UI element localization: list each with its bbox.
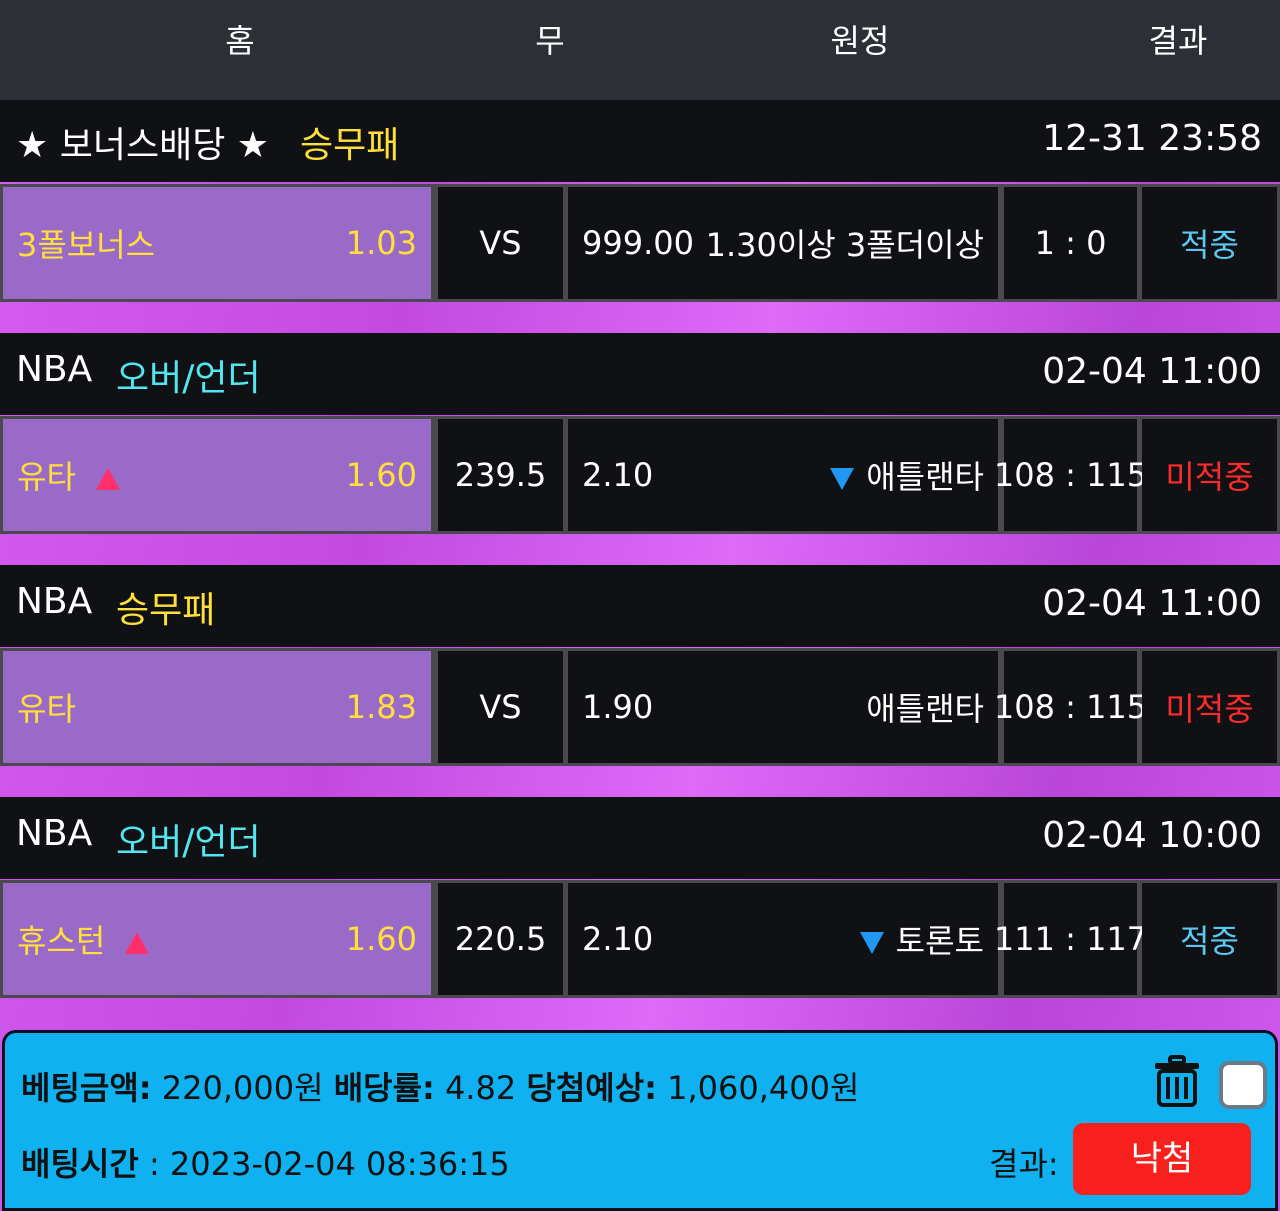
bet-time: : 2023-02-04 08:36:15	[148, 1145, 510, 1183]
home-odds: 1.83	[345, 688, 417, 726]
bet-row: 3폴보너스 1.03 VS 999.00 1.30이상 3폴더이상 1 : 0 …	[0, 184, 1280, 302]
section-header: ★ 보너스배당 ★ 승무패 12-31 23:58	[0, 100, 1280, 182]
up-arrow-icon	[95, 468, 120, 490]
score-cell: 108 : 115	[994, 651, 1147, 763]
bet-time-line: 배팅시간 : 2023-02-04 08:36:15	[21, 1139, 510, 1185]
home-team: 유타	[17, 690, 76, 728]
score: 1 : 0	[1034, 224, 1107, 262]
league-label: NBA	[16, 581, 93, 622]
bet-row: 휴스턴 1.60 220.5 2.10 토론토 111 : 117 적중	[0, 880, 1280, 998]
match-time: 02-04 11:00	[1042, 583, 1262, 624]
result-button[interactable]: 낙첨	[1073, 1123, 1251, 1195]
score-cell: 111 : 117	[994, 883, 1147, 995]
home-cell[interactable]: 휴스턴 1.60	[3, 883, 431, 995]
mid-value: VS	[479, 224, 522, 262]
league-label: NBA	[16, 813, 93, 854]
market-label: 승무패	[116, 590, 216, 631]
trash-icon[interactable]	[1153, 1055, 1201, 1107]
odds-label: 배당률:	[333, 1069, 435, 1107]
bet-summary-line: 베팅금액: 220,000원 배당률: 4.82 당첨예상: 1,060,400…	[21, 1063, 859, 1109]
col-away: 원정	[830, 22, 890, 60]
home-odds: 1.60	[345, 456, 417, 494]
col-draw: 무	[535, 22, 565, 60]
col-home: 홈	[225, 22, 255, 60]
score: 108 : 115	[993, 456, 1148, 494]
league-label: NBA	[16, 349, 93, 390]
home-team: 3폴보너스	[17, 226, 156, 264]
match-time: 02-04 11:00	[1042, 351, 1262, 392]
odds-value: 4.82	[444, 1069, 517, 1107]
match-time: 02-04 10:00	[1042, 815, 1262, 856]
score: 111 : 117	[993, 920, 1148, 958]
bet-row: 유타 1.60 239.5 2.10 애틀랜타 108 : 115 미적중	[0, 416, 1280, 534]
result-cell: 적중	[1142, 883, 1277, 995]
score-cell: 108 : 115	[994, 419, 1147, 531]
home-team: 유타	[17, 458, 76, 496]
home-odds: 1.03	[345, 224, 417, 262]
away-team: 애틀랜타	[866, 458, 984, 496]
match-time: 12-31 23:58	[1042, 118, 1262, 159]
section-header: NBA 오버/언더 02-04 11:00	[0, 333, 1280, 415]
home-odds: 1.60	[345, 920, 417, 958]
market-label: 승무패	[300, 125, 400, 166]
away-team: 1.30이상 3폴더이상	[705, 226, 984, 264]
market-label: 오버/언더	[116, 822, 261, 863]
result-label: 결과:	[989, 1145, 1059, 1183]
away-team-wrap: 애틀랜타	[830, 452, 984, 498]
mid-value: 239.5	[454, 456, 547, 494]
score: 108 : 115	[993, 688, 1148, 726]
away-cell[interactable]: 999.00 1.30이상 3폴더이상	[568, 187, 998, 299]
expected-label: 당첨예상:	[526, 1069, 657, 1107]
bet-time-label: 배팅시간	[21, 1145, 139, 1183]
down-arrow-icon	[859, 932, 884, 954]
checkbox-icon[interactable]	[1219, 1061, 1267, 1109]
home-team-wrap: 유타	[17, 452, 120, 498]
away-odds: 2.10	[582, 456, 654, 494]
away-cell[interactable]: 1.90 애틀랜타	[568, 651, 998, 763]
col-result: 결과	[1148, 22, 1208, 60]
down-arrow-icon	[830, 468, 855, 490]
mid-value: VS	[479, 688, 522, 726]
mid-value: 220.5	[454, 920, 547, 958]
league-label: ★ 보너스배당 ★	[16, 125, 270, 166]
result-status: 미적중	[1165, 690, 1254, 728]
bet-amount: 220,000원	[161, 1069, 324, 1107]
away-team: 토론토	[895, 922, 984, 960]
expected-value: 1,060,400원	[667, 1069, 860, 1107]
section-header: NBA 승무패 02-04 11:00	[0, 565, 1280, 647]
market-label: 오버/언더	[116, 358, 261, 399]
up-arrow-icon	[125, 932, 150, 954]
result-cell: 적중	[1142, 187, 1277, 299]
result-status: 적중	[1180, 226, 1239, 264]
section-header: NBA 오버/언더 02-04 10:00	[0, 797, 1280, 879]
away-team: 애틀랜타	[866, 690, 984, 728]
home-cell[interactable]: 유타 1.83	[3, 651, 431, 763]
bet-summary-panel: 베팅금액: 220,000원 배당률: 4.82 당첨예상: 1,060,400…	[2, 1030, 1278, 1211]
away-odds: 1.90	[582, 688, 654, 726]
home-cell[interactable]: 3폴보너스 1.03	[3, 187, 431, 299]
away-odds: 2.10	[582, 920, 654, 958]
home-team-wrap: 휴스턴	[17, 916, 150, 962]
mid-cell[interactable]: VS	[438, 651, 563, 763]
away-odds: 999.00	[582, 224, 694, 262]
home-team: 휴스턴	[17, 922, 106, 960]
bet-row: 유타 1.83 VS 1.90 애틀랜타 108 : 115 미적중	[0, 648, 1280, 766]
result-status: 미적중	[1165, 458, 1254, 496]
bet-amount-label: 베팅금액:	[21, 1069, 152, 1107]
away-team-wrap: 토론토	[859, 916, 984, 962]
result-cell: 미적중	[1142, 651, 1277, 763]
mid-cell[interactable]: VS	[438, 187, 563, 299]
away-cell[interactable]: 2.10 토론토	[568, 883, 998, 995]
home-cell[interactable]: 유타 1.60	[3, 419, 431, 531]
mid-cell[interactable]: 239.5	[438, 419, 563, 531]
away-cell[interactable]: 2.10 애틀랜타	[568, 419, 998, 531]
result-status: 적중	[1180, 922, 1239, 960]
mid-cell[interactable]: 220.5	[438, 883, 563, 995]
table-header: 홈 무 원정 결과	[0, 0, 1280, 100]
score-cell: 1 : 0	[1004, 187, 1137, 299]
result-cell: 미적중	[1142, 419, 1277, 531]
